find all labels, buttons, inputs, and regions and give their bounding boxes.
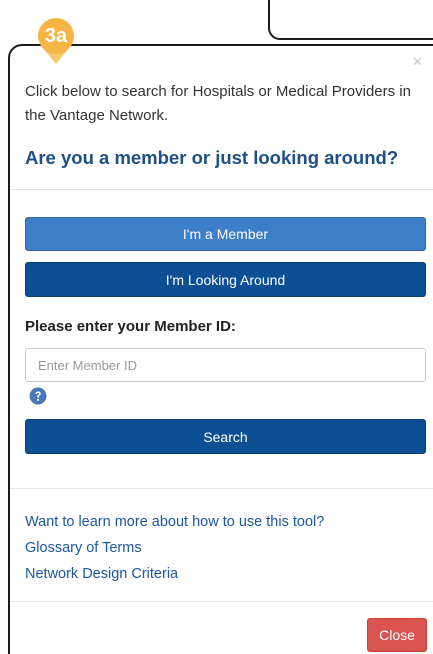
intro-text: Click below to search for Hospitals or M… (25, 83, 411, 124)
member-id-input[interactable] (25, 348, 426, 382)
search-button[interactable]: Search (25, 419, 426, 454)
step-badge-label: 3a (44, 24, 68, 47)
close-icon[interactable]: ✕ (412, 54, 423, 70)
glossary-of-terms-link[interactable]: Glossary of Terms (25, 540, 142, 556)
provider-search-modal: ✕ Click below to search for Hospitals or… (10, 50, 433, 654)
member-question-heading: Are you a member or just looking around? (25, 147, 399, 168)
close-button[interactable]: Close (367, 618, 427, 652)
search-button-label: Search (203, 428, 248, 445)
im-a-member-button-label: I'm a Member (182, 226, 269, 242)
divider (10, 488, 433, 489)
im-a-member-button[interactable]: I'm a Member (25, 217, 426, 251)
previous-callout-frame (268, 0, 433, 40)
divider (10, 189, 433, 190)
step-badge: 3a (38, 18, 74, 54)
question-circle-icon[interactable] (29, 387, 47, 405)
close-button-label: Close (379, 627, 415, 643)
page: 3a ✕ Click below to search for Hospitals… (0, 0, 433, 654)
network-design-criteria-link[interactable]: Network Design Criteria (25, 566, 178, 582)
im-looking-around-button-label: I'm Looking Around (165, 271, 286, 288)
how-to-use-tool-link[interactable]: Want to learn more about how to use this… (25, 514, 324, 530)
divider (10, 601, 433, 602)
im-looking-around-button[interactable]: I'm Looking Around (25, 262, 426, 297)
member-id-label: Please enter your Member ID: (25, 318, 236, 335)
